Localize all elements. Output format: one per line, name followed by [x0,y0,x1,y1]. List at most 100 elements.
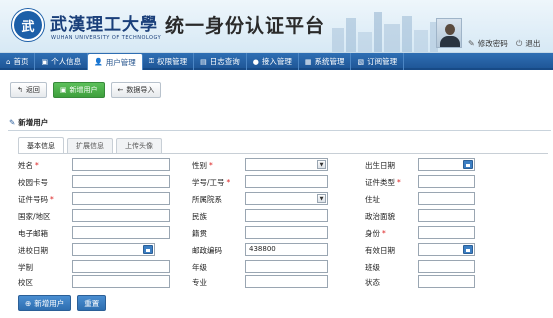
nav-item-label: 首页 [13,57,29,66]
department-select[interactable]: ▼ [245,192,328,205]
change-password-label: 修改密码 [477,39,508,48]
email-label: 电子邮箱 [18,229,48,238]
import-label: 数据导入 [126,86,155,94]
field-label-text: 身份 [365,229,380,238]
nav-item-user-management[interactable]: 👤 用户管理 [88,54,143,70]
field-label-text: 证件号码 [18,195,48,204]
nav-item-label: 系统管理 [314,57,345,66]
required-marker: * [35,161,39,170]
required-marker: * [226,178,231,187]
native-place-input[interactable] [245,226,328,239]
calendar-icon[interactable] [463,160,473,169]
political-status-input[interactable] [418,209,475,222]
id-number-label: 证件号码 * [18,194,54,205]
reset-button[interactable]: 重置 [77,295,107,311]
grade-label: 年级 [192,263,207,272]
nav-item-personal-info[interactable]: ▣ 个人信息 [35,53,89,70]
logout-label: 退出 [525,39,541,48]
required-marker: * [397,178,401,187]
status-label: 状态 [365,278,380,287]
nav-item-label: 用户管理 [105,57,136,67]
pencil-icon: ✎ [468,39,475,48]
back-button[interactable]: ↰ 返回 [10,82,47,98]
campus-label: 校区 [18,278,33,287]
field-label-text: 姓名 [18,161,33,170]
postal-code-label: 邮政编码 [192,246,222,255]
nav-item-log-query[interactable]: ▤ 日志查询 [194,53,247,70]
user-card-icon: ▣ [41,57,49,66]
valid-date-field[interactable] [418,243,475,256]
identity-label: 身份 * [365,228,386,239]
campus-card-input[interactable] [72,175,170,188]
power-icon: ⏻ [516,38,523,48]
address-input[interactable] [418,192,475,205]
main-nav: ⌂ 首页 ▣ 个人信息 👤 用户管理 ⚿ 权限管理 ▤ 日志查询 ● 接入管理 ▦ 系统管理 … [0,53,553,70]
campus-input[interactable] [72,275,170,288]
logout-link[interactable]: ⏻ 退出 [516,38,540,49]
name-label: 姓名 * [18,160,39,171]
valid-date-label: 有效日期 [365,246,395,255]
ethnicity-input[interactable] [245,209,328,222]
enrollment-date-field[interactable] [72,243,155,256]
change-password-link[interactable]: ✎ 修改密码 [468,38,508,49]
field-label-text: 性别 [192,161,207,170]
reset-label: 重置 [84,298,100,308]
postal-code-input[interactable]: 438800 [245,243,328,256]
major-input[interactable] [245,275,328,288]
nav-item-label: 订阅管理 [367,57,398,66]
back-arrow-icon: ↰ [17,86,23,94]
native-place-label: 籍贯 [192,229,207,238]
chevron-down-icon: ▼ [317,194,326,203]
campus-card-label: 校园卡号 [18,178,48,187]
add-user-toolbar-button[interactable]: ▣ 新增用户 [52,82,105,98]
ethnicity-label: 民族 [192,212,207,221]
header: 武 武漢理工大學 WUHAN UNIVERSITY OF TECHNOLOGY … [0,0,553,53]
add-user-icon: ▣ [59,86,67,94]
nav-item-system-management[interactable]: ▦ 系统管理 [299,53,352,70]
identity-input[interactable] [418,226,475,239]
plus-circle-icon: ⊕ [25,298,32,308]
email-input[interactable] [72,226,170,239]
country-input[interactable] [72,209,170,222]
class-input[interactable] [418,260,475,273]
id-type-input[interactable] [418,175,475,188]
student-id-input[interactable] [245,175,328,188]
field-label-text: 证件类型 [365,178,395,187]
avatar[interactable] [436,18,462,48]
gender-select[interactable]: ▼ [245,158,328,171]
department-label: 所属院系 [192,195,222,204]
form-tabs: 基本信息 扩展信息 上传头像 [18,137,162,153]
system-icon: ▦ [304,57,312,66]
grade-input[interactable] [245,260,328,273]
tab-basic-info[interactable]: 基本信息 [18,137,64,153]
campus-buildings-icon [332,12,438,52]
name-input[interactable] [72,158,170,171]
nav-item-permissions[interactable]: ⚿ 权限管理 [143,53,195,70]
calendar-icon[interactable] [463,245,473,254]
add-user-submit-button[interactable]: ⊕ 新增用户 [18,295,72,311]
political-status-label: 政治面貌 [365,212,395,221]
tab-upload-avatar[interactable]: 上传头像 [116,138,162,153]
page-root: 武 武漢理工大學 WUHAN UNIVERSITY OF TECHNOLOGY … [0,0,553,318]
nav-item-access-management[interactable]: ● 接入管理 [247,53,299,70]
university-logo-icon: 武 [12,9,44,41]
import-button[interactable]: ← 数据导入 [110,82,162,98]
school-system-input[interactable] [72,260,170,273]
form-actions: ⊕ 新增用户 重置 [18,295,107,311]
student-id-label: 学号/工号 * [192,177,230,188]
birth-date-field[interactable] [418,158,475,171]
calendar-icon[interactable] [143,245,153,254]
nav-item-subscription-management[interactable]: ▧ 订阅管理 [351,53,405,70]
nav-item-label: 权限管理 [157,57,188,66]
university-name-en: WUHAN UNIVERSITY OF TECHNOLOGY [51,35,162,41]
id-number-input[interactable] [72,192,170,205]
tab-extended-info[interactable]: 扩展信息 [67,138,113,153]
subscribe-icon: ▧ [357,57,365,66]
nav-item-home[interactable]: ⌂ 首页 [0,53,36,70]
section-title: ✎ 新增用户 [9,117,48,128]
class-label: 班级 [365,263,380,272]
log-icon: ▤ [200,57,207,66]
status-input[interactable] [418,275,475,288]
school-system-label: 学制 [18,263,33,272]
country-label: 国家/地区 [18,212,51,221]
